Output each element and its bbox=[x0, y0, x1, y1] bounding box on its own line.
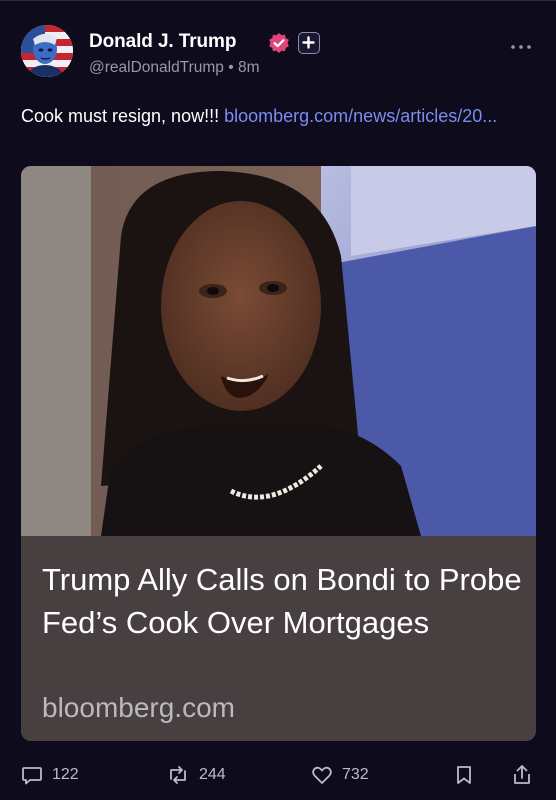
separator-dot: • bbox=[228, 59, 238, 76]
link-preview-card[interactable]: Trump Ally Calls on Bondi to Probe Fed’s… bbox=[21, 166, 536, 741]
avatar[interactable] bbox=[21, 25, 73, 77]
author-handle[interactable]: @realDonaldTrump bbox=[89, 59, 224, 76]
article-photo bbox=[21, 166, 536, 536]
post-text: Cook must resign, now!!! bloomberg.com/n… bbox=[21, 102, 541, 130]
card-text: Trump Ally Calls on Bondi to Probe Fed’s… bbox=[21, 536, 536, 741]
heart-icon bbox=[312, 766, 332, 784]
author-name[interactable]: Donald J. Trump bbox=[89, 31, 236, 53]
repost-button[interactable]: 244 bbox=[166, 761, 226, 789]
comment-icon bbox=[22, 767, 42, 785]
post-link[interactable]: bloomberg.com/news/articles/20... bbox=[224, 106, 497, 126]
card-domain: bloomberg.com bbox=[42, 692, 235, 723]
repost-icon bbox=[170, 766, 186, 784]
avatar-portrait-icon bbox=[21, 25, 73, 77]
share-icon bbox=[514, 765, 530, 784]
follow-button[interactable] bbox=[298, 32, 320, 54]
bookmark-icon bbox=[457, 766, 471, 784]
share-button[interactable] bbox=[511, 761, 533, 789]
like-button[interactable]: 732 bbox=[311, 761, 369, 789]
reply-count: 122 bbox=[52, 766, 79, 783]
post-body: Cook must resign, now!!! bbox=[21, 106, 220, 126]
plus-icon bbox=[302, 36, 315, 49]
repost-count: 244 bbox=[199, 766, 226, 783]
action-bar: 122 244 732 bbox=[21, 761, 536, 789]
reply-button[interactable]: 122 bbox=[21, 761, 79, 789]
card-title[interactable]: Trump Ally Calls on Bondi to Probe Fed’s… bbox=[42, 558, 522, 644]
author-meta: @realDonaldTrump • 8m bbox=[89, 59, 260, 77]
bookmark-button[interactable] bbox=[454, 761, 474, 789]
verified-badge-icon bbox=[269, 33, 289, 53]
post: Donald J. Trump @realDonaldTrump • 8m Co… bbox=[0, 0, 556, 800]
more-horizontal-icon[interactable] bbox=[510, 41, 532, 53]
post-header: Donald J. Trump @realDonaldTrump • 8m bbox=[21, 25, 536, 81]
post-time[interactable]: 8m bbox=[238, 59, 260, 76]
like-count: 732 bbox=[342, 766, 369, 783]
